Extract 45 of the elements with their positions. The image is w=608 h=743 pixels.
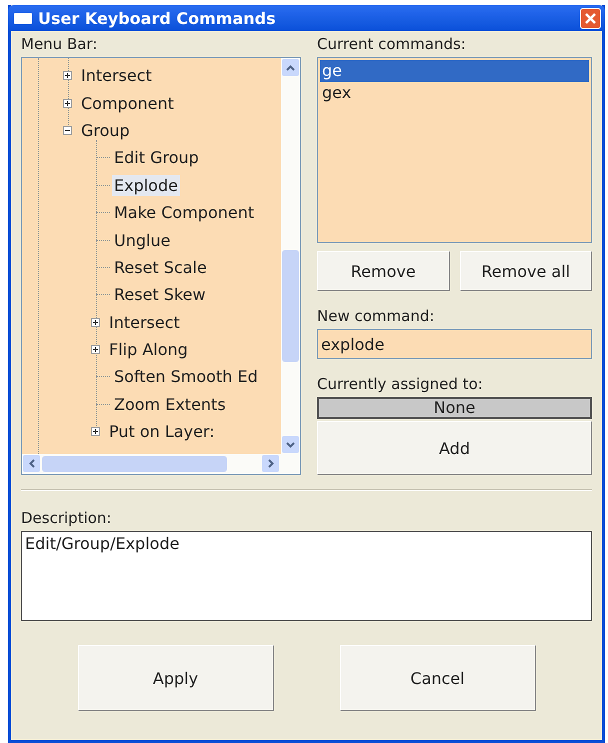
new-command-field[interactable]: explode	[317, 329, 592, 359]
tree-item[interactable]: Reset Scale	[112, 256, 209, 278]
scroll-down-icon[interactable]	[286, 442, 295, 448]
add-button[interactable]: Add	[317, 421, 592, 475]
window-icon	[14, 12, 32, 24]
collapse-icon[interactable]	[63, 126, 72, 135]
tree-item[interactable]: Zoom Extents	[112, 394, 228, 415]
new-command-label: New command:	[317, 307, 436, 325]
expand-icon[interactable]	[91, 427, 100, 436]
close-button[interactable]	[580, 8, 601, 28]
tree-item[interactable]: Soften Smooth Ed	[112, 366, 260, 388]
cancel-button[interactable]: Cancel	[340, 645, 536, 711]
assigned-value: None	[317, 397, 592, 419]
command-item[interactable]: gex	[320, 82, 589, 104]
description-field[interactable]: Edit/Group/Explode	[21, 531, 592, 621]
current-commands-label: Current commands:	[317, 35, 467, 53]
tree-item[interactable]: Reset Skew	[112, 284, 208, 306]
tree-item[interactable]: Put on Layer:	[107, 421, 217, 442]
horizontal-scrollbar[interactable]	[22, 454, 300, 474]
window-title: User Keyboard Commands	[38, 8, 277, 28]
vertical-scrollbar[interactable]	[281, 58, 300, 454]
tree-item[interactable]: Make Component	[112, 202, 256, 224]
expand-icon[interactable]	[63, 98, 72, 108]
tree-item[interactable]: Group	[79, 120, 132, 141]
scroll-right-icon[interactable]	[268, 459, 274, 468]
menu-bar-label: Menu Bar:	[21, 35, 98, 53]
tree-item[interactable]: Unglue	[112, 230, 172, 251]
scroll-left-icon[interactable]	[28, 459, 34, 468]
expand-icon[interactable]	[63, 71, 72, 80]
close-icon	[584, 12, 597, 24]
remove-button[interactable]: Remove all	[460, 251, 592, 291]
tree-item[interactable]: Intersect	[79, 65, 154, 86]
apply-button[interactable]: Apply	[78, 645, 274, 711]
tree-item[interactable]: Component	[79, 92, 176, 114]
assigned-label: Currently assigned to:	[317, 375, 484, 393]
expand-icon[interactable]	[91, 345, 100, 354]
tree-item[interactable]: Explode	[112, 174, 180, 196]
tree-item[interactable]: Edit Group	[112, 147, 201, 168]
description-label: Description:	[21, 509, 112, 527]
tree-item[interactable]: Intersect	[107, 312, 182, 333]
remove-button[interactable]: Remove	[317, 251, 450, 291]
tree-item[interactable]: Flip Along	[107, 339, 190, 360]
scroll-up-icon[interactable]	[286, 64, 295, 70]
expand-icon[interactable]	[91, 318, 100, 327]
command-item[interactable]: ge	[320, 60, 589, 82]
